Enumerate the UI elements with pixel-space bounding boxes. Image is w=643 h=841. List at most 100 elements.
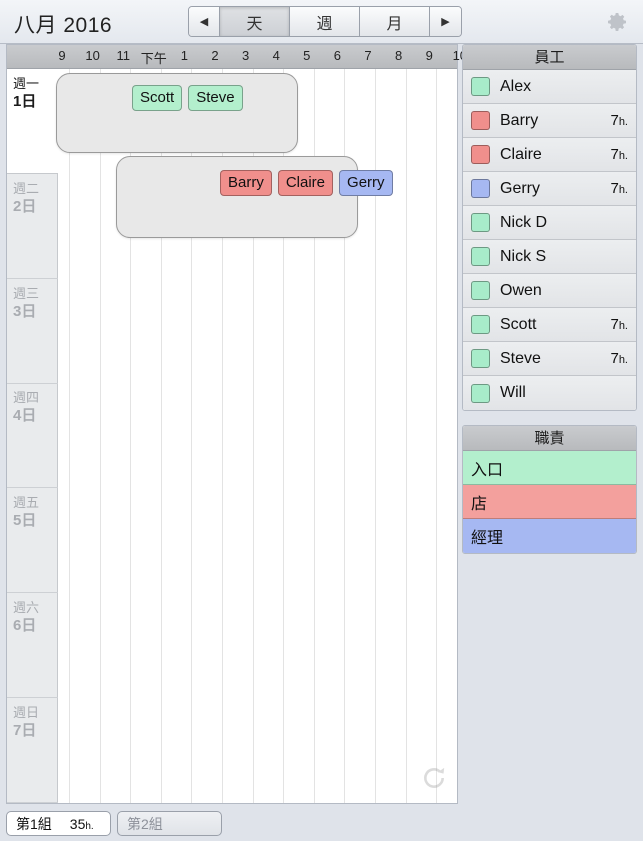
day-row-3[interactable]: 週三 3日 [7,279,58,384]
staff-chip[interactable]: Steve [188,85,243,111]
role-list-item[interactable]: 經理 [463,519,636,553]
day-weekday-label: 週六 [13,600,40,615]
staff-color-swatch [471,383,490,403]
day-row-7[interactable]: 週日 7日 [7,698,58,803]
refresh-icon[interactable] [421,765,447,791]
page-title: 八月 2016 [14,14,113,37]
staff-list-item[interactable]: Alex [463,70,636,104]
staff-list[interactable]: Alex Barry 7h. Claire 7h. Gerry 7h. Nick D Nick … [463,70,636,410]
day-weekday-label: 週五 [13,495,40,510]
staff-list-item[interactable]: Owen [463,274,636,308]
staff-color-swatch [471,145,490,164]
staff-color-swatch [471,281,490,300]
group-tab-hours: 35h. [69,815,94,832]
schedule-app: 八月 2016 ◀ 天 週 月 ▶ 9 10 11 下午 1 2 3 4 5 6 7 8 9 10 週一 1… [0,0,643,841]
staff-color-swatch [471,315,490,334]
staff-chip[interactable]: Gerry [339,170,393,196]
day-weekday-label: 週一 [13,76,40,91]
staff-list-item[interactable]: Barry 7h. [463,104,636,138]
prev-period-button[interactable]: ◀ [189,7,220,36]
tab-month-view[interactable]: 月 [360,7,430,36]
staff-panel-title: 員工 [463,45,636,70]
staff-color-swatch [471,111,490,130]
role-list-item[interactable]: 入口 [463,451,636,485]
calendar-body[interactable]: 週一 1日週二 2日 週三 3日 週四 4日 週五 5日週六 6日週日 7日 Scott Steve B… [7,69,457,803]
staff-chip[interactable]: Scott [132,85,183,111]
grid-line [406,69,407,803]
day-weekday-label: 週四 [13,390,40,405]
staff-hours-label: 7h. [610,146,628,163]
staff-color-swatch [471,213,490,232]
ruler-tick: 10 [85,48,100,63]
staff-color-swatch [471,77,490,96]
ruler-tick: 11 [116,48,130,63]
day-number-label: 1日 [13,93,37,110]
staff-list-item[interactable]: Steve 7h. [463,342,636,376]
staff-chip[interactable]: Claire [277,170,334,196]
view-segmented-control[interactable]: ◀ 天 週 月 ▶ [188,6,462,37]
staff-color-swatch [471,179,490,198]
day-weekday-label: 週三 [13,286,40,301]
shift-block[interactable]: Scott Steve [56,73,298,153]
ruler-tick: 6 [333,48,341,63]
staff-list-item[interactable]: Claire 7h. [463,138,636,172]
shift-block[interactable]: Barry Claire Gerry [116,156,393,238]
staff-name-label: Scott [500,315,537,333]
day-row-1[interactable]: 週一 1日 [7,69,58,174]
day-row-5[interactable]: 週五 5日 [7,488,58,593]
staff-chip[interactable]: Barry [220,170,272,196]
day-row-4[interactable]: 週四 4日 [7,383,58,488]
staff-list-item[interactable]: Scott 7h. [463,308,636,342]
staff-list-item[interactable]: Nick D [463,206,636,240]
ruler-tick: 9 [58,48,66,63]
gear-icon[interactable] [605,10,629,34]
ruler-tick: 2 [211,48,219,63]
group-tab-label: 第1組 [16,815,52,832]
staff-name-label: Steve [500,349,541,367]
staff-hours-label: 7h. [610,350,628,367]
staff-name-label: Nick D [500,213,548,231]
ruler-tick: 5 [303,48,311,63]
role-list-item[interactable]: 店 [463,485,636,519]
group-tab-1[interactable]: 第1組 35h. [6,811,111,836]
day-number-label: 2日 [13,198,37,215]
day-number-label: 6日 [13,617,37,634]
ruler-tick: 3 [241,48,250,63]
next-period-button[interactable]: ▶ [430,7,461,36]
time-ruler: 9 10 11 下午 1 2 3 4 5 6 7 8 9 10 [7,45,467,69]
grid-line [69,69,70,803]
tab-week-view[interactable]: 週 [290,7,360,36]
group-tab-2[interactable]: 第2組 [117,811,222,836]
staff-color-swatch [471,349,490,368]
staff-name-label: Owen [500,281,542,299]
grid-line [436,69,437,803]
staff-name-label: Gerry [500,179,540,197]
staff-panel[interactable]: 員工 Alex Barry 7h. Claire 7h. Gerry 7h. Nick D Ni… [462,44,637,411]
tab-day-view[interactable]: 天 [220,7,290,36]
staff-name-label: Barry [500,111,539,129]
staff-hours-label: 7h. [610,112,628,129]
staff-name-label: Alex [500,77,532,95]
roles-panel[interactable]: 職責 入口店經理 [462,425,637,554]
roles-list[interactable]: 入口店經理 [463,451,636,553]
day-weekday-label: 週日 [13,705,40,720]
day-row-6[interactable]: 週六 6日 [7,593,58,698]
staff-name-label: Nick S [500,247,547,265]
staff-list-item[interactable]: Will [463,376,636,410]
staff-list-item[interactable]: Nick S [463,240,636,274]
staff-name-label: Claire [500,145,542,163]
calendar-grid[interactable]: 9 10 11 下午 1 2 3 4 5 6 7 8 9 10 週一 1日 週二 2日 週三 3日 週四 4日 週五 5日週… [6,44,467,804]
shift-chip-group: Barry Claire Gerry [220,170,393,196]
ruler-tick: 7 [364,48,372,63]
staff-list-item[interactable]: Gerry 7h. [463,172,636,206]
day-column[interactable]: 週一 1日週二 2日 週三 3日 週四 4日 週五 5日週六 6日週日 7日 [7,69,58,803]
staff-hours-label: 7h. [610,180,628,197]
shift-chip-group: Scott Steve [132,85,243,111]
ruler-tick: 8 [394,48,403,63]
bottom-tab-bar[interactable]: 第1組 35h. 第2組 [0,804,643,841]
day-row-2[interactable]: 週二 2日 [7,174,58,279]
ruler-tick: 9 [425,48,433,63]
day-number-label: 7日 [13,722,37,739]
app-header: 八月 2016 ◀ 天 週 月 ▶ [0,0,643,44]
staff-color-swatch [471,247,490,266]
